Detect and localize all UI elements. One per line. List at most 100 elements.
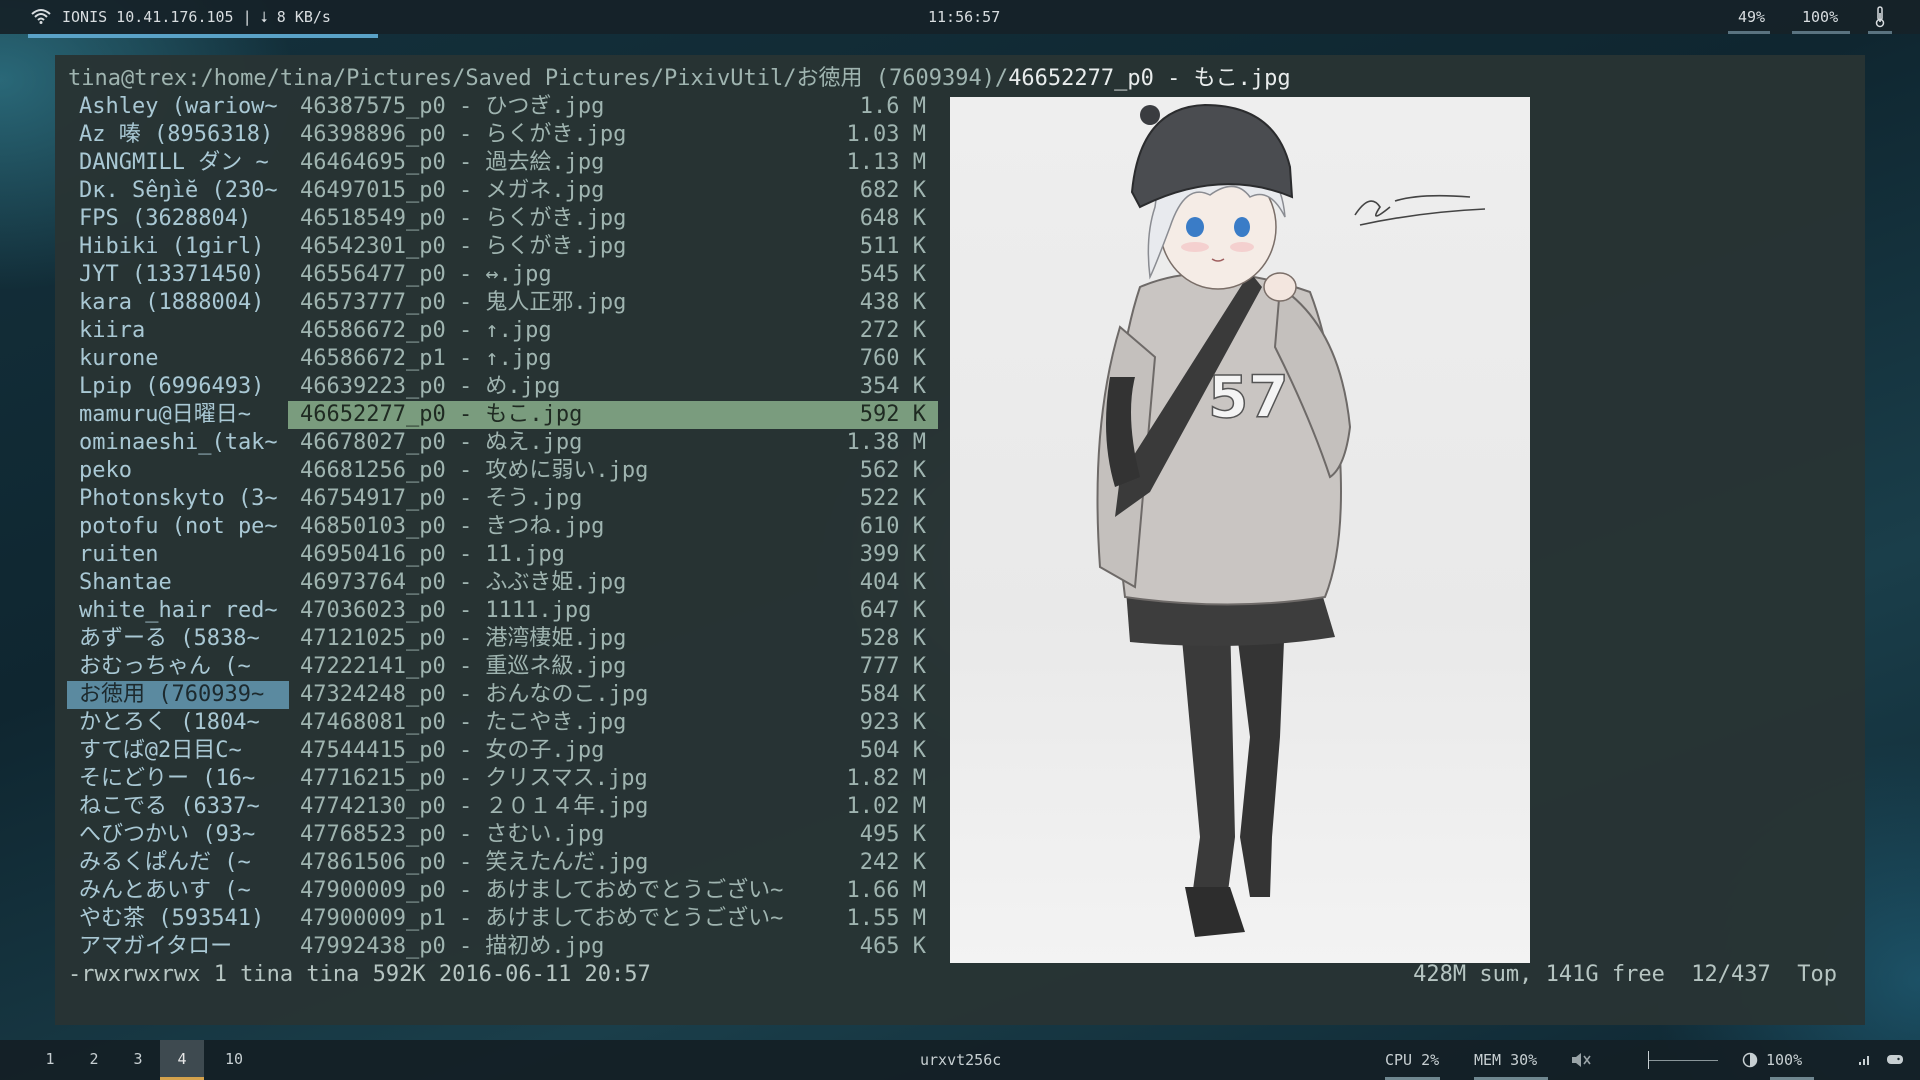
download-rate: 8 KB/s xyxy=(276,8,331,26)
directory-item[interactable]: そにどりー (16~ xyxy=(79,765,289,793)
file-item[interactable]: 46464695_p0 - 過去絵.jpg 1.13 M xyxy=(288,149,938,177)
workspace-button[interactable]: 1 xyxy=(28,1040,72,1080)
file-name: 46754917_p0 - そう.jpg xyxy=(300,486,583,511)
directory-item[interactable]: お徳用 (760939~ xyxy=(67,681,289,709)
directory-item[interactable]: kurone xyxy=(79,345,289,373)
file-item[interactable]: 46586672_p1 - ↑.jpg 760 K xyxy=(288,345,938,373)
directory-item[interactable]: Ashley (wariow~ xyxy=(79,93,289,121)
file-item[interactable]: 46681256_p0 - 攻めに弱い.jpg 562 K xyxy=(288,457,938,485)
volume-muted-icon[interactable] xyxy=(1570,1051,1592,1069)
volume-slider[interactable] xyxy=(1648,1060,1718,1061)
directory-item[interactable]: peko xyxy=(79,457,289,485)
file-item[interactable]: 46573777_p0 - 鬼人正邪.jpg 438 K xyxy=(288,289,938,317)
file-name: 47222141_p0 - 重巡ネ級.jpg xyxy=(300,654,627,679)
directory-item[interactable]: かとろく (1804~ xyxy=(79,709,289,737)
directory-item[interactable]: Hibiki (1girl) xyxy=(79,233,289,261)
file-item[interactable]: 46639223_p0 - め.jpg 354 K xyxy=(288,373,938,401)
directory-item[interactable]: mamuru@日曜日~ xyxy=(79,401,289,429)
file-item[interactable]: 47716215_p0 - クリスマス.jpg 1.82 M xyxy=(288,765,938,793)
directory-item[interactable]: あずーる (5838~ xyxy=(79,625,289,653)
directory-item[interactable]: やむ茶 (593541) xyxy=(79,905,289,933)
directory-item[interactable]: おむっちゃん (~ xyxy=(79,653,289,681)
directory-item[interactable]: Az 嗪 (8956318) xyxy=(79,121,289,149)
thermometer-icon xyxy=(1875,6,1885,28)
eye-right xyxy=(1234,217,1250,237)
file-name: 47121025_p0 - 港湾棲姫.jpg xyxy=(300,626,627,651)
file-item[interactable]: 47861506_p0 - 笑えたんだ.jpg 242 K xyxy=(288,849,938,877)
directory-item[interactable]: Photonskyto (3~ xyxy=(79,485,289,513)
stat-underline-1 xyxy=(1728,31,1770,34)
workspace-button[interactable]: 3 xyxy=(116,1040,160,1080)
path-prefix: tina@trex:/home/tina/Pictures/Saved Pict… xyxy=(68,66,1009,91)
directory-item[interactable]: kiira xyxy=(79,317,289,345)
directory-item[interactable]: ruiten xyxy=(79,541,289,569)
directory-item[interactable]: JYT (13371450) xyxy=(79,261,289,289)
file-item[interactable]: 46542301_p0 - らくがき.jpg 511 K xyxy=(288,233,938,261)
wifi-icon xyxy=(31,9,51,24)
file-size: 465 K xyxy=(859,934,926,959)
directory-item[interactable]: Dκ. Sêŋìĕ (230~ xyxy=(79,177,289,205)
file-name: 46497015_p0 - メガネ.jpg xyxy=(300,178,605,203)
directory-item[interactable]: DANGMILL ダン ~ xyxy=(79,149,289,177)
file-item[interactable]: 46556477_p0 - ↔.jpg 545 K xyxy=(288,261,938,289)
file-item[interactable]: 47742130_p0 - ２０１４年.jpg 1.02 M xyxy=(288,793,938,821)
file-name: 46464695_p0 - 過去絵.jpg xyxy=(300,150,605,175)
path-current-file: 46652277_p0 - もこ.jpg xyxy=(1008,66,1291,91)
file-item[interactable]: 47121025_p0 - 港湾棲姫.jpg 528 K xyxy=(288,625,938,653)
file-name: 46518549_p0 - らくがき.jpg xyxy=(300,206,627,231)
file-name: 46542301_p0 - らくがき.jpg xyxy=(300,234,627,259)
file-item[interactable]: 46518549_p0 - らくがき.jpg 648 K xyxy=(288,205,938,233)
gamepad-icon[interactable] xyxy=(1886,1052,1904,1066)
directory-item[interactable]: Shantae xyxy=(79,569,289,597)
directory-item[interactable]: ominaeshi_(tak~ xyxy=(79,429,289,457)
file-list[interactable]: 46387575_p0 - ひつぎ.jpg 1.6 M 46398896_p0 - … xyxy=(288,93,938,961)
parent-directory-list[interactable]: Ashley (wariow~ Az 嗪 (8956318) DANGMILL ダン… xyxy=(67,93,289,961)
file-size: 399 K xyxy=(859,542,926,567)
file-item[interactable]: 46652277_p0 - もこ.jpg 592 K xyxy=(288,401,938,429)
workspace-button[interactable]: 2 xyxy=(72,1040,116,1080)
file-item[interactable]: 46387575_p0 - ひつぎ.jpg 1.6 M xyxy=(288,93,938,121)
file-item[interactable]: 46850103_p0 - きつね.jpg 610 K xyxy=(288,513,938,541)
file-item[interactable]: 46973764_p0 - ふぶき姫.jpg 404 K xyxy=(288,569,938,597)
directory-item[interactable]: kara (1888004) xyxy=(79,289,289,317)
file-item[interactable]: 46586672_p0 - ↑.jpg 272 K xyxy=(288,317,938,345)
file-size: 438 K xyxy=(859,290,926,315)
file-item[interactable]: 47222141_p0 - 重巡ネ級.jpg 777 K xyxy=(288,653,938,681)
clock: 11:56:57 xyxy=(928,8,1001,26)
file-item[interactable]: 47324248_p0 - おんなのこ.jpg 584 K xyxy=(288,681,938,709)
file-item[interactable]: 47900009_p1 - あけましておめでとうござい~ 1.55 M xyxy=(288,905,938,933)
file-item[interactable]: 46950416_p0 - 11.jpg 399 K xyxy=(288,541,938,569)
workspace-button[interactable]: 4 xyxy=(160,1040,204,1080)
directory-item[interactable]: ねこでる (6337~ xyxy=(79,793,289,821)
file-item[interactable]: 46754917_p0 - そう.jpg 522 K xyxy=(288,485,938,513)
workspace-button[interactable]: 10 xyxy=(212,1040,256,1080)
illustration-girl-image: 57 xyxy=(1096,103,1486,937)
file-name: 46652277_p0 - もこ.jpg xyxy=(300,402,583,427)
file-item[interactable]: 47900009_p0 - あけましておめでとうござい~ 1.66 M xyxy=(288,877,938,905)
directory-item[interactable]: アマガイタロー xyxy=(79,933,289,961)
file-name: 47036023_p0 - 1111.jpg xyxy=(300,598,592,623)
directory-item[interactable]: Lpip (6996493) xyxy=(79,373,289,401)
file-item[interactable]: 47468081_p0 - たこやき.jpg 923 K xyxy=(288,709,938,737)
directory-item[interactable]: みんとあいす (~ xyxy=(79,877,289,905)
directory-item[interactable]: white_hair red~ xyxy=(79,597,289,625)
file-item[interactable]: 47992438_p0 - 描初め.jpg 465 K xyxy=(288,933,938,961)
file-size: 495 K xyxy=(859,822,926,847)
file-item[interactable]: 46497015_p0 - メガネ.jpg 682 K xyxy=(288,177,938,205)
file-item[interactable]: 46678027_p0 - ぬえ.jpg 1.38 M xyxy=(288,429,938,457)
file-size: 522 K xyxy=(859,486,926,511)
directory-item[interactable]: へびつかい (93~ xyxy=(79,821,289,849)
file-item[interactable]: 46398896_p0 - らくがき.jpg 1.03 M xyxy=(288,121,938,149)
file-item[interactable]: 47768523_p0 - さむい.jpg 495 K xyxy=(288,821,938,849)
volume-slider-knob[interactable] xyxy=(1648,1051,1649,1069)
file-size: 760 K xyxy=(859,346,926,371)
file-item[interactable]: 47544415_p0 - 女の子.jpg 504 K xyxy=(288,737,938,765)
directory-item[interactable]: すてば@2日目C~ xyxy=(79,737,289,765)
file-size: 511 K xyxy=(859,234,926,259)
directory-item[interactable]: potofu (not pe~ xyxy=(79,513,289,541)
terminal-window[interactable]: tina@trex:/home/tina/Pictures/Saved Pict… xyxy=(55,55,1865,1025)
directory-item[interactable]: みるくぱんだ (~ xyxy=(79,849,289,877)
signal-icon xyxy=(1859,1056,1869,1065)
directory-item[interactable]: FPS (3628804) xyxy=(79,205,289,233)
file-item[interactable]: 47036023_p0 - 1111.jpg 647 K xyxy=(288,597,938,625)
